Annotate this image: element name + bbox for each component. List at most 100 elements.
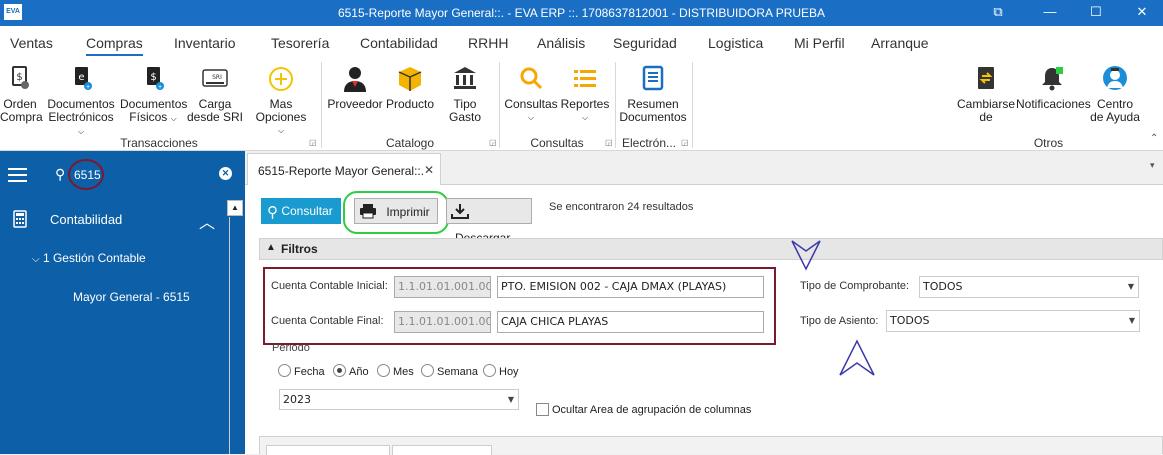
orden-compra-button[interactable]: $ Orden Compra	[0, 64, 43, 124]
collapse-caret-icon: ▲	[266, 242, 276, 253]
help-agent-icon	[1103, 66, 1127, 90]
menu-tesoreria[interactable]: Tesorería	[271, 35, 329, 51]
annotation-arrow-up	[839, 339, 875, 376]
hamburger-menu-icon[interactable]	[8, 168, 27, 182]
person-icon	[344, 67, 366, 92]
tipo-gasto-button[interactable]: Tipo Gasto	[437, 64, 493, 124]
menu-contabilidad[interactable]: Contabilidad	[360, 35, 438, 51]
printer-icon	[360, 204, 376, 219]
invoice-dollar-icon: $	[12, 66, 29, 89]
close-tab-icon[interactable]: ✕	[424, 163, 434, 177]
plus-circle-icon	[269, 67, 293, 91]
consultas-button[interactable]: Consultas ⌵	[504, 64, 558, 124]
group-label-electronicos: Electrón...	[621, 136, 677, 150]
chevron-down-icon: ⌵	[32, 254, 40, 265]
group-expand-icon[interactable]: ◲	[489, 138, 497, 147]
menu-seguridad[interactable]: Seguridad	[613, 35, 677, 51]
svg-text:+: +	[158, 84, 162, 91]
tab-mayor-general[interactable]: 6515-Reporte Mayor General::. ✕	[247, 153, 441, 185]
filters-header[interactable]: ▲ Filtros	[259, 238, 1163, 260]
group-label-consultas: Consultas	[530, 136, 584, 150]
group-expand-icon[interactable]: ◲	[605, 138, 613, 147]
svg-text:SRI: SRI	[212, 74, 222, 81]
menu-arranque[interactable]: Arranque	[871, 35, 929, 51]
scroll-up-button[interactable]: ▲	[227, 200, 243, 216]
scrollbar-track[interactable]	[229, 217, 230, 454]
group-label-catalogo: Catalogo	[385, 136, 435, 150]
sidebar-item-mayor-general[interactable]: Mayor General - 6515	[73, 290, 190, 304]
sri-upload-icon: SRI	[202, 69, 228, 87]
resumen-documentos-button[interactable]: Resumen Documentos	[618, 64, 688, 124]
restore-layout-icon[interactable]: ⧉	[988, 4, 1008, 20]
chevron-down-icon: ⌵	[77, 127, 85, 136]
documentos-electronicos-button[interactable]: e + Documentos Electrónicos ⌵	[46, 64, 116, 138]
radio-mes[interactable]: Mes	[377, 364, 414, 378]
tipo-comprobante-select[interactable]: TODOS ▼	[919, 276, 1139, 298]
chevron-up-icon: ︿	[199, 215, 216, 232]
results-count: Se encontraron 24 resultados	[549, 201, 694, 213]
dropdown-arrow-icon: ▼	[507, 395, 514, 404]
imprimir-button[interactable]: Imprimir	[354, 198, 438, 224]
tabs-dropdown-icon[interactable]: ▾	[1150, 160, 1155, 171]
cuenta-final-code-field[interactable]: 1.1.01.01.001.001	[394, 311, 491, 333]
svg-text:+: +	[86, 84, 90, 91]
minimize-button[interactable]: —	[1040, 4, 1060, 19]
menu-analisis[interactable]: Análisis	[537, 35, 585, 51]
cuenta-inicial-name-field[interactable]: PTO. EMISION 002 - CAJA DMAX (PLAYAS)	[497, 276, 764, 298]
group-expand-icon[interactable]: ◲	[681, 138, 689, 147]
collapse-ribbon-icon[interactable]: ⌃	[1150, 133, 1158, 144]
tipo-comprobante-label: Tipo de Comprobante:	[800, 280, 910, 292]
sidebar-item-contabilidad[interactable]: Contabilidad ︿	[0, 203, 245, 237]
tipo-asiento-select[interactable]: TODOS ▼	[886, 310, 1140, 332]
svg-text:$: $	[16, 72, 22, 83]
producto-button[interactable]: Producto	[385, 64, 435, 111]
radio-hoy[interactable]: Hoy	[483, 364, 519, 378]
bank-icon	[454, 67, 476, 89]
menu-logistica[interactable]: Logistica	[708, 35, 763, 51]
tipo-asiento-label: Tipo de Asiento:	[800, 315, 879, 327]
ribbon-separator	[692, 62, 693, 148]
close-button[interactable]: ✕	[1132, 4, 1152, 20]
cuenta-final-name-field[interactable]: CAJA CHICA PLAYAS	[497, 311, 764, 333]
carga-desde-sri-button[interactable]: SRI Carga desde SRI	[186, 64, 244, 124]
menu-mi-perfil[interactable]: Mi Perfil	[794, 35, 845, 51]
menu-inventario[interactable]: Inventario	[174, 35, 235, 51]
year-select[interactable]: 2023 ▼	[279, 389, 519, 410]
cuenta-inicial-code-field[interactable]: 1.1.01.01.001.002	[394, 276, 491, 298]
group-expand-icon[interactable]: ◲	[309, 138, 317, 147]
radio-fecha[interactable]: Fecha	[278, 364, 325, 378]
svg-text:e: e	[78, 72, 84, 83]
radio-ano[interactable]: Año	[333, 364, 369, 378]
proveedor-button[interactable]: Proveedor	[327, 64, 383, 111]
sidebar: ⚲ 6515 ✕ Contabilidad ︿ ⌵ 1 Gestión Cont…	[0, 151, 245, 454]
clear-search-icon[interactable]: ✕	[219, 167, 232, 180]
sidebar-item-gestion-contable[interactable]: ⌵ 1 Gestión Contable	[32, 251, 146, 265]
menu-bar: Ventas Compras Inventario Tesorería Cont…	[0, 26, 1163, 58]
maximize-button[interactable]: ☐	[1086, 4, 1106, 20]
chevron-down-icon: ⌵	[581, 113, 589, 122]
sidebar-item-label: Contabilidad	[50, 212, 123, 227]
physical-document-icon: $+	[147, 67, 164, 91]
mas-opciones-button[interactable]: Mas Opciones ⌵	[244, 64, 318, 137]
ocultar-agrupacion-checkbox[interactable]: Ocultar Area de agrupación de columnas	[536, 403, 751, 416]
results-grid-area	[259, 436, 1163, 455]
descargar-button[interactable]: Descargar	[446, 198, 532, 245]
menu-rrhh[interactable]: RRHH	[468, 35, 508, 51]
periodo-label: Periodo	[272, 342, 310, 354]
menu-compras[interactable]: Compras	[86, 35, 143, 56]
consultar-button[interactable]: ⚲ Consultar	[261, 198, 341, 224]
list-icon	[574, 70, 596, 87]
document-tabs: 6515-Reporte Mayor General::. ✕ ▾	[245, 151, 1163, 185]
search-icon: ⚲	[267, 204, 278, 221]
reportes-button[interactable]: Reportes ⌵	[560, 64, 610, 124]
bell-icon	[1042, 67, 1063, 91]
centro-de-ayuda-button[interactable]: Centro de Ayuda	[1090, 64, 1140, 124]
notificaciones-button[interactable]: Notificaciones	[1016, 64, 1091, 111]
cambiarse-de-button[interactable]: Cambiarse de	[957, 64, 1015, 124]
box-icon	[398, 67, 422, 91]
periodo-group: Fecha Año Mes Semana Hoy 2023 ▼	[272, 358, 529, 420]
group-label-otros: Otros	[1033, 136, 1064, 150]
radio-semana[interactable]: Semana	[421, 364, 478, 378]
documentos-fisicos-button[interactable]: $ + Documentos Físicos ⌵	[120, 64, 187, 125]
menu-ventas[interactable]: Ventas	[10, 35, 53, 51]
